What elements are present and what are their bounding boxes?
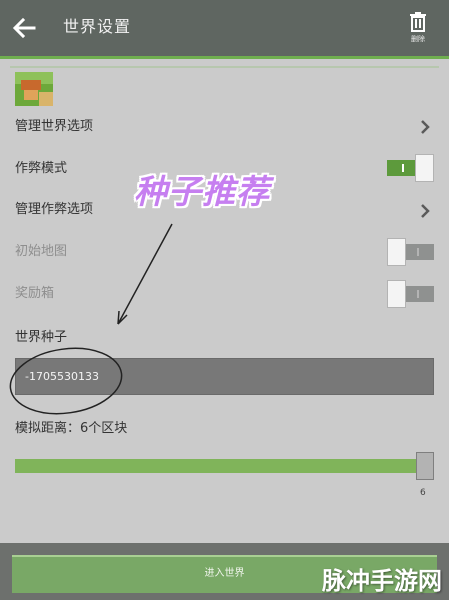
world-thumbnail bbox=[15, 72, 53, 106]
annotation-overlay bbox=[9, 223, 173, 415]
page-title: 世界设置 bbox=[63, 17, 132, 36]
simulation-distance-slider[interactable] bbox=[15, 452, 434, 480]
simulation-distance-label: 模拟距离：6个区块 bbox=[15, 421, 128, 436]
annotation-label: 种子推荐 bbox=[134, 172, 270, 211]
manage-world-options-label[interactable]: 管理世界选项 bbox=[15, 118, 93, 136]
cheat-mode-toggle[interactable] bbox=[387, 154, 434, 182]
world-seed-label: 世界种子 bbox=[15, 330, 68, 345]
arrow-left-icon bbox=[12, 17, 36, 39]
delete-button[interactable]: 删除 bbox=[405, 12, 431, 46]
back-button[interactable] bbox=[8, 12, 40, 44]
slider-max-value: 6 bbox=[420, 488, 426, 498]
chevron-right-icon[interactable] bbox=[420, 204, 430, 218]
world-settings-screen: 世界设置 删除 管理世界选项 作弊模式 管理作弊选项 初始地图 奖励箱 世界种子… bbox=[0, 0, 449, 600]
slider-handle[interactable] bbox=[416, 452, 434, 480]
watermark: 脉冲手游网 bbox=[322, 567, 442, 595]
starting-map-toggle[interactable] bbox=[387, 238, 434, 266]
content-divider bbox=[10, 66, 439, 68]
seed-input[interactable]: -1705530133 bbox=[15, 358, 434, 395]
cheat-mode-label: 作弊模式 bbox=[15, 161, 68, 176]
chevron-right-icon[interactable] bbox=[420, 120, 430, 134]
top-bar: 世界设置 删除 bbox=[0, 0, 449, 56]
starting-map-label: 初始地图 bbox=[15, 244, 68, 259]
trash-icon bbox=[410, 12, 426, 32]
bonus-chest-label: 奖励箱 bbox=[15, 286, 55, 301]
bonus-chest-toggle[interactable] bbox=[387, 280, 434, 308]
slider-fill bbox=[15, 459, 425, 473]
manage-cheat-options-label[interactable]: 管理作弊选项 bbox=[15, 201, 93, 219]
header-divider bbox=[0, 56, 449, 59]
delete-label: 删除 bbox=[411, 35, 425, 43]
annotation-arrow bbox=[117, 223, 173, 325]
annotation-arrowhead bbox=[117, 310, 128, 325]
